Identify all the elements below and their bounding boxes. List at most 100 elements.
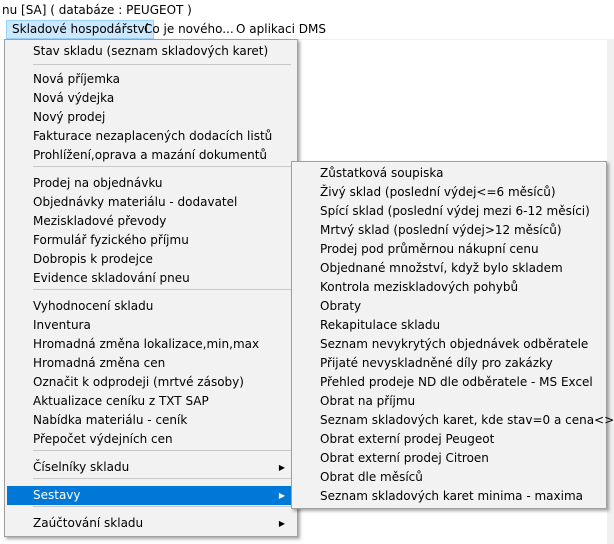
- menu-item-objednavky-materialu[interactable]: Objednávky materiálu - dodavatel: [7, 193, 293, 212]
- submenu-item-label: Spící sklad (poslední výdej mezi 6-12 mě…: [320, 204, 590, 218]
- submenu-item[interactable]: Prodej pod průměrnou nákupní cenu: [294, 240, 602, 259]
- submenu-item[interactable]: Zůstatková soupiska: [294, 164, 602, 183]
- menu-item-sestavy[interactable]: Sestavy ▶: [7, 486, 293, 505]
- menu-item-hromadna-zmena-lokalizace[interactable]: Hromadná změna lokalizace,min,max: [7, 335, 293, 354]
- submenu-item[interactable]: Obrat externí prodej Citroen: [294, 449, 602, 468]
- menu-item-nova-prijemka[interactable]: Nová příjemka: [7, 70, 293, 89]
- submenu-item-label: Seznam skladových karet, kde stav=0 a ce…: [320, 413, 614, 427]
- menu-item-label: Zaúčtování skladu: [33, 516, 144, 530]
- menu-item-label: Vyhodnocení skladu: [33, 299, 154, 313]
- menu-item-label: Hromadná změna lokalizace,min,max: [33, 337, 260, 351]
- menu-item-prohlizeni-oprava-mazani[interactable]: Prohlížení,oprava a mazání dokumentů: [7, 146, 293, 165]
- submenu-item[interactable]: Přehled prodeje ND dle odběratele - MS E…: [294, 373, 602, 392]
- menu-item-inventura[interactable]: Inventura: [7, 316, 293, 335]
- submenu-item[interactable]: Obraty: [294, 297, 602, 316]
- menu-item-label: Aktualizace ceníku z TXT SAP: [33, 394, 209, 408]
- submenu-item-label: Živý sklad (poslední výdej<=6 měsíců): [320, 185, 556, 199]
- submenu-arrow-icon: ▶: [278, 491, 285, 500]
- submenu-item-label: Seznam nevykrytých objednávek odběratele: [320, 337, 589, 351]
- submenu-item-label: Rekapitulace skladu: [320, 318, 441, 332]
- menu-bar: Skladové hospodářství Co je nového... O …: [0, 20, 614, 40]
- menu-item-nabidka-materialu[interactable]: Nabídka materiálu - ceník: [7, 411, 293, 430]
- menubar-co-je-noveho[interactable]: Co je nového...: [139, 20, 239, 39]
- submenu-item[interactable]: Kontrola meziskladových pohybů: [294, 278, 602, 297]
- submenu-item[interactable]: Mrtvý sklad (poslední výdej>12 měsíců): [294, 221, 602, 240]
- submenu-arrow-icon: ▶: [278, 519, 285, 528]
- menu-item-label: Číselníky skladu: [33, 460, 130, 474]
- menu-item-vyhodnoceni-skladu[interactable]: Vyhodnocení skladu: [7, 297, 293, 316]
- submenu-item[interactable]: Obrat externí prodej Peugeot: [294, 430, 602, 449]
- submenu-item[interactable]: Seznam nevykrytých objednávek odběratele: [294, 335, 602, 354]
- submenu-item[interactable]: Seznam skladových karet minima - maxima: [294, 487, 602, 506]
- submenu-item-label: Mrtvý sklad (poslední výdej>12 měsíců): [320, 223, 562, 237]
- window-title: nu [SA] ( databáze : PEUGEOT ): [2, 3, 192, 17]
- sestavy-submenu: Zůstatková soupiska Živý sklad (poslední …: [291, 161, 614, 509]
- menu-item-evidence-skladovani-pneu[interactable]: Evidence skladování pneu: [7, 269, 293, 288]
- main-dropdown-menu: Stav skladu (seznam skladových karet) Nov…: [4, 39, 298, 537]
- menu-item-oznacit-k-odprodeji[interactable]: Označit k odprodeji (mrtvé zásoby): [7, 373, 293, 392]
- menu-item-label: Nový prodej: [33, 110, 106, 124]
- submenu-item-label: Obrat externí prodej Citroen: [320, 451, 489, 465]
- menu-item-label: Objednávky materiálu - dodavatel: [33, 195, 238, 209]
- submenu-item[interactable]: Přijaté nevyskladněné díly pro zakázky: [294, 354, 602, 373]
- menu-item-label: Fakturace nezaplacených dodacích listů: [33, 129, 273, 143]
- submenu-item-label: Objednané množství, když bylo skladem: [320, 261, 563, 275]
- menubar-skladove-hospodarstvi[interactable]: Skladové hospodářství: [6, 20, 154, 39]
- menu-item-dobropis-k-prodejce[interactable]: Dobropis k prodejce: [7, 250, 293, 269]
- submenu-item-label: Seznam skladových karet minima - maxima: [320, 489, 583, 503]
- menu-item-stav-skladu[interactable]: Stav skladu (seznam skladových karet): [7, 42, 293, 61]
- menu-item-label: Hromadná změna cen: [33, 356, 166, 370]
- submenu-item[interactable]: Seznam skladových karet, kde stav=0 a ce…: [294, 411, 614, 430]
- menu-separator: [33, 289, 291, 290]
- menu-item-label: Nová výdejka: [33, 91, 115, 105]
- menu-item-formular-fyzickeho-prijmu[interactable]: Formulář fyzického příjmu: [7, 231, 293, 250]
- menu-separator: [33, 64, 291, 65]
- menu-item-prepocet-vydejnich-cen[interactable]: Přepočet výdejních cen: [7, 430, 293, 449]
- submenu-item-label: Zůstatková soupiska: [320, 166, 444, 180]
- menu-item-label: Dobropis k prodejce: [33, 252, 153, 266]
- menu-item-label: Evidence skladování pneu: [33, 271, 190, 285]
- menu-item-label: Nabídka materiálu - ceník: [33, 413, 188, 427]
- submenu-item[interactable]: Objednané množství, když bylo skladem: [294, 259, 602, 278]
- menu-item-aktualizace-ceniku[interactable]: Aktualizace ceníku z TXT SAP: [7, 392, 293, 411]
- menu-item-hromadna-zmena-cen[interactable]: Hromadná změna cen: [7, 354, 293, 373]
- submenu-item-label: Obraty: [320, 299, 362, 313]
- submenu-item-label: Obrat externí prodej Peugeot: [320, 432, 495, 446]
- menu-item-label: Přepočet výdejních cen: [33, 432, 173, 446]
- menu-item-label: Označit k odprodeji (mrtvé zásoby): [33, 375, 244, 389]
- menu-item-label: Formulář fyzického příjmu: [33, 233, 189, 247]
- submenu-item[interactable]: Živý sklad (poslední výdej<=6 měsíců): [294, 183, 602, 202]
- menu-separator: [33, 166, 291, 167]
- menu-item-label: Prodej na objednávku: [33, 176, 163, 190]
- menubar-o-aplikaci[interactable]: O aplikaci DMS: [231, 20, 331, 39]
- menu-item-nova-vydejka[interactable]: Nová výdejka: [7, 89, 293, 108]
- submenu-item-label: Obrat dle měsíců: [320, 470, 423, 484]
- submenu-item-label: Prodej pod průměrnou nákupní cenu: [320, 242, 539, 256]
- title-bar: nu [SA] ( databáze : PEUGEOT ): [0, 0, 614, 20]
- menu-item-meziskladove-prevody[interactable]: Meziskladové převody: [7, 212, 293, 231]
- menu-item-label: Inventura: [33, 318, 91, 332]
- submenu-item[interactable]: Rekapitulace skladu: [294, 316, 602, 335]
- menu-item-label: Nová příjemka: [33, 72, 120, 86]
- submenu-item-label: Kontrola meziskladových pohybů: [320, 280, 519, 294]
- menu-item-prodej-na-objednavku[interactable]: Prodej na objednávku: [7, 174, 293, 193]
- menu-item-label: Meziskladové převody: [33, 214, 167, 228]
- submenu-item-label: Přehled prodeje ND dle odběratele - MS E…: [320, 375, 593, 389]
- submenu-item-label: Přijaté nevyskladněné díly pro zakázky: [320, 356, 553, 370]
- submenu-item[interactable]: Obrat na příjmu: [294, 392, 602, 411]
- menu-item-novy-prodej[interactable]: Nový prodej: [7, 108, 293, 127]
- menu-item-label: Stav skladu (seznam skladových karet): [33, 44, 269, 58]
- menu-item-zauctovani-skladu[interactable]: Zaúčtování skladu ▶: [7, 514, 293, 533]
- menu-separator: [33, 450, 291, 451]
- submenu-item[interactable]: Spící sklad (poslední výdej mezi 6-12 mě…: [294, 202, 602, 221]
- submenu-item-label: Obrat na příjmu: [320, 394, 416, 408]
- submenu-arrow-icon: ▶: [278, 463, 285, 472]
- menu-separator: [33, 506, 291, 507]
- menu-item-ciselniky-skladu[interactable]: Číselníky skladu ▶: [7, 458, 293, 477]
- submenu-item[interactable]: Obrat dle měsíců: [294, 468, 602, 487]
- menu-item-fakturace-dodacich-listu[interactable]: Fakturace nezaplacených dodacích listů: [7, 127, 293, 146]
- menu-item-label: Sestavy: [33, 488, 81, 502]
- right-edge-scrollbar[interactable]: [607, 40, 614, 544]
- menu-item-label: Prohlížení,oprava a mazání dokumentů: [33, 148, 268, 162]
- menu-separator: [33, 478, 291, 479]
